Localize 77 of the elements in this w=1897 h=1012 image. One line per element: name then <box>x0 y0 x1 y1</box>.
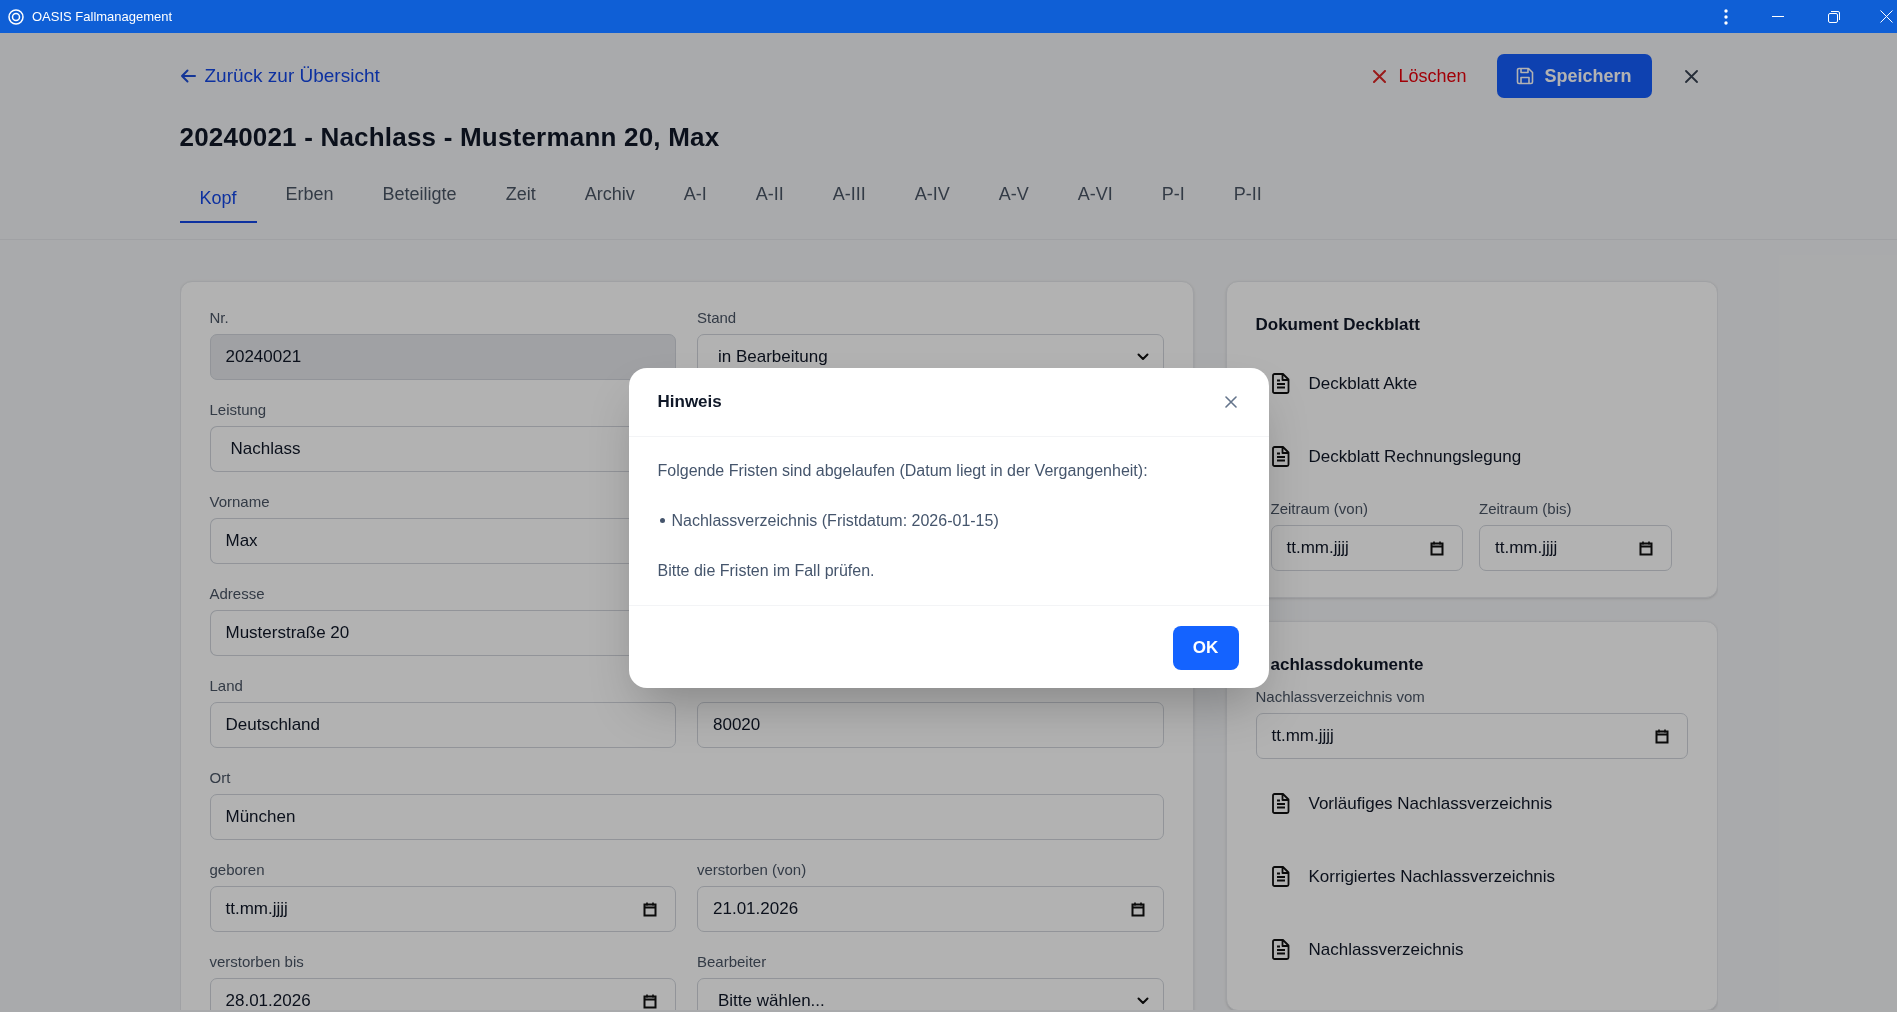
tab[interactable]: A-I <box>663 175 727 223</box>
field-label: Stand <box>697 308 737 328</box>
dialog-message: Bitte die Fristen im Fall prüfen. <box>657 560 876 581</box>
save-icon <box>1516 67 1535 85</box>
dialog-title: Hinweis <box>657 390 722 413</box>
date-field[interactable]: 21.01.2026 <box>697 886 1164 932</box>
tab[interactable]: Erben <box>265 175 354 223</box>
document-icon <box>1271 866 1290 887</box>
field-label: Nachlassverzeichnis vom <box>1255 687 1426 707</box>
dialog-message: Folgende Fristen sind abgelaufen (Datum liegt in der Vergangenheit): <box>657 460 1149 481</box>
document-link[interactable]: Deckblatt Akte <box>1255 347 1688 420</box>
tab[interactable]: A-III <box>812 175 886 223</box>
app-logo-icon <box>8 8 24 25</box>
calendar-icon[interactable] <box>1430 540 1444 556</box>
document-icon <box>1271 446 1290 467</box>
date-field[interactable]: 28.01.2026 <box>209 978 676 1010</box>
document-link[interactable]: Vorläufiges Nachlassverzeichnis <box>1255 767 1688 840</box>
field-label: geboren <box>209 860 265 880</box>
document-link[interactable]: Korrigiertes Nachlassverzeichnis <box>1255 840 1688 913</box>
save-button[interactable]: Speichern <box>1496 54 1652 98</box>
calendar-icon[interactable] <box>1654 728 1669 744</box>
bullet-icon <box>659 518 665 523</box>
field-label: Adresse <box>209 584 265 604</box>
tab[interactable]: Archiv <box>564 175 655 223</box>
field-label: Vorname <box>209 492 270 512</box>
field-label: Land <box>209 676 243 696</box>
field-label: Bearbeiter <box>697 952 767 972</box>
deadline-item: Nachlassverzeichnis (Fristdatum: 2026-01-15) <box>671 510 999 531</box>
chevron-down-icon <box>1136 997 1149 1005</box>
delete-button[interactable]: Löschen <box>1365 54 1475 98</box>
chevron-down-icon <box>1136 353 1149 361</box>
window-title: OASIS Fallmanagement <box>32 7 173 26</box>
field-label: Zeitraum (von) <box>1270 499 1370 519</box>
tab[interactable]: A-VI <box>1057 175 1133 223</box>
date-field[interactable]: tt.mm.jjjj <box>1479 525 1672 571</box>
document-icon <box>1271 939 1290 960</box>
tab[interactable]: Zeit <box>485 175 556 223</box>
field-label: Nr. <box>209 308 229 328</box>
text-field[interactable]: München <box>209 794 1164 840</box>
close-icon <box>1373 69 1387 83</box>
field-label: Ort <box>209 768 231 788</box>
card-heading: achlassdokumente <box>1269 654 1425 676</box>
date-field[interactable]: tt.mm.jjjj <box>1270 525 1463 571</box>
tab[interactable]: Kopf <box>179 175 257 223</box>
field-label: verstorben bis <box>209 952 304 972</box>
tab[interactable]: Beteiligte <box>362 175 477 223</box>
tab[interactable]: A-II <box>735 175 804 223</box>
calendar-icon[interactable] <box>643 901 657 917</box>
document-link[interactable]: Nachlassverzeichnis <box>1255 913 1688 986</box>
tab[interactable]: P-II <box>1213 175 1282 223</box>
card-heading: Dokument Deckblatt <box>1255 314 1421 336</box>
restore-icon[interactable] <box>1828 10 1840 23</box>
ok-button[interactable]: OK <box>1172 625 1239 670</box>
calendar-icon[interactable] <box>1638 540 1653 556</box>
text-field[interactable]: 80020 <box>697 702 1164 748</box>
text-field[interactable]: Deutschland <box>209 702 676 748</box>
case-title: 20240021 - Nachlass - Mustermann 20, Max <box>179 121 721 154</box>
document-link[interactable]: Deckblatt Rechnungslegung <box>1255 420 1688 493</box>
calendar-icon[interactable] <box>1130 901 1145 917</box>
back-link[interactable]: Zurück zur Übersicht <box>179 61 380 91</box>
back-arrow-icon <box>179 69 196 83</box>
close-icon[interactable] <box>1224 395 1237 408</box>
more-options-icon[interactable] <box>1724 8 1728 25</box>
minimize-icon[interactable] <box>1772 15 1784 18</box>
calendar-icon[interactable] <box>643 993 657 1009</box>
document-icon <box>1271 793 1290 814</box>
date-field[interactable]: tt.mm.jjjj <box>209 886 676 932</box>
tab[interactable]: P-I <box>1141 175 1205 223</box>
field-label: verstorben (von) <box>697 860 807 880</box>
field-label: Leistung <box>209 400 267 420</box>
field-label: Zeitraum (bis) <box>1479 499 1573 519</box>
close-icon[interactable] <box>1684 69 1698 83</box>
select-field[interactable]: Bitte wählen... <box>697 978 1164 1010</box>
tab[interactable]: A-V <box>978 175 1049 223</box>
tab[interactable]: A-IV <box>894 175 970 223</box>
document-icon <box>1271 373 1290 394</box>
date-field[interactable]: tt.mm.jjjj <box>1255 713 1688 759</box>
